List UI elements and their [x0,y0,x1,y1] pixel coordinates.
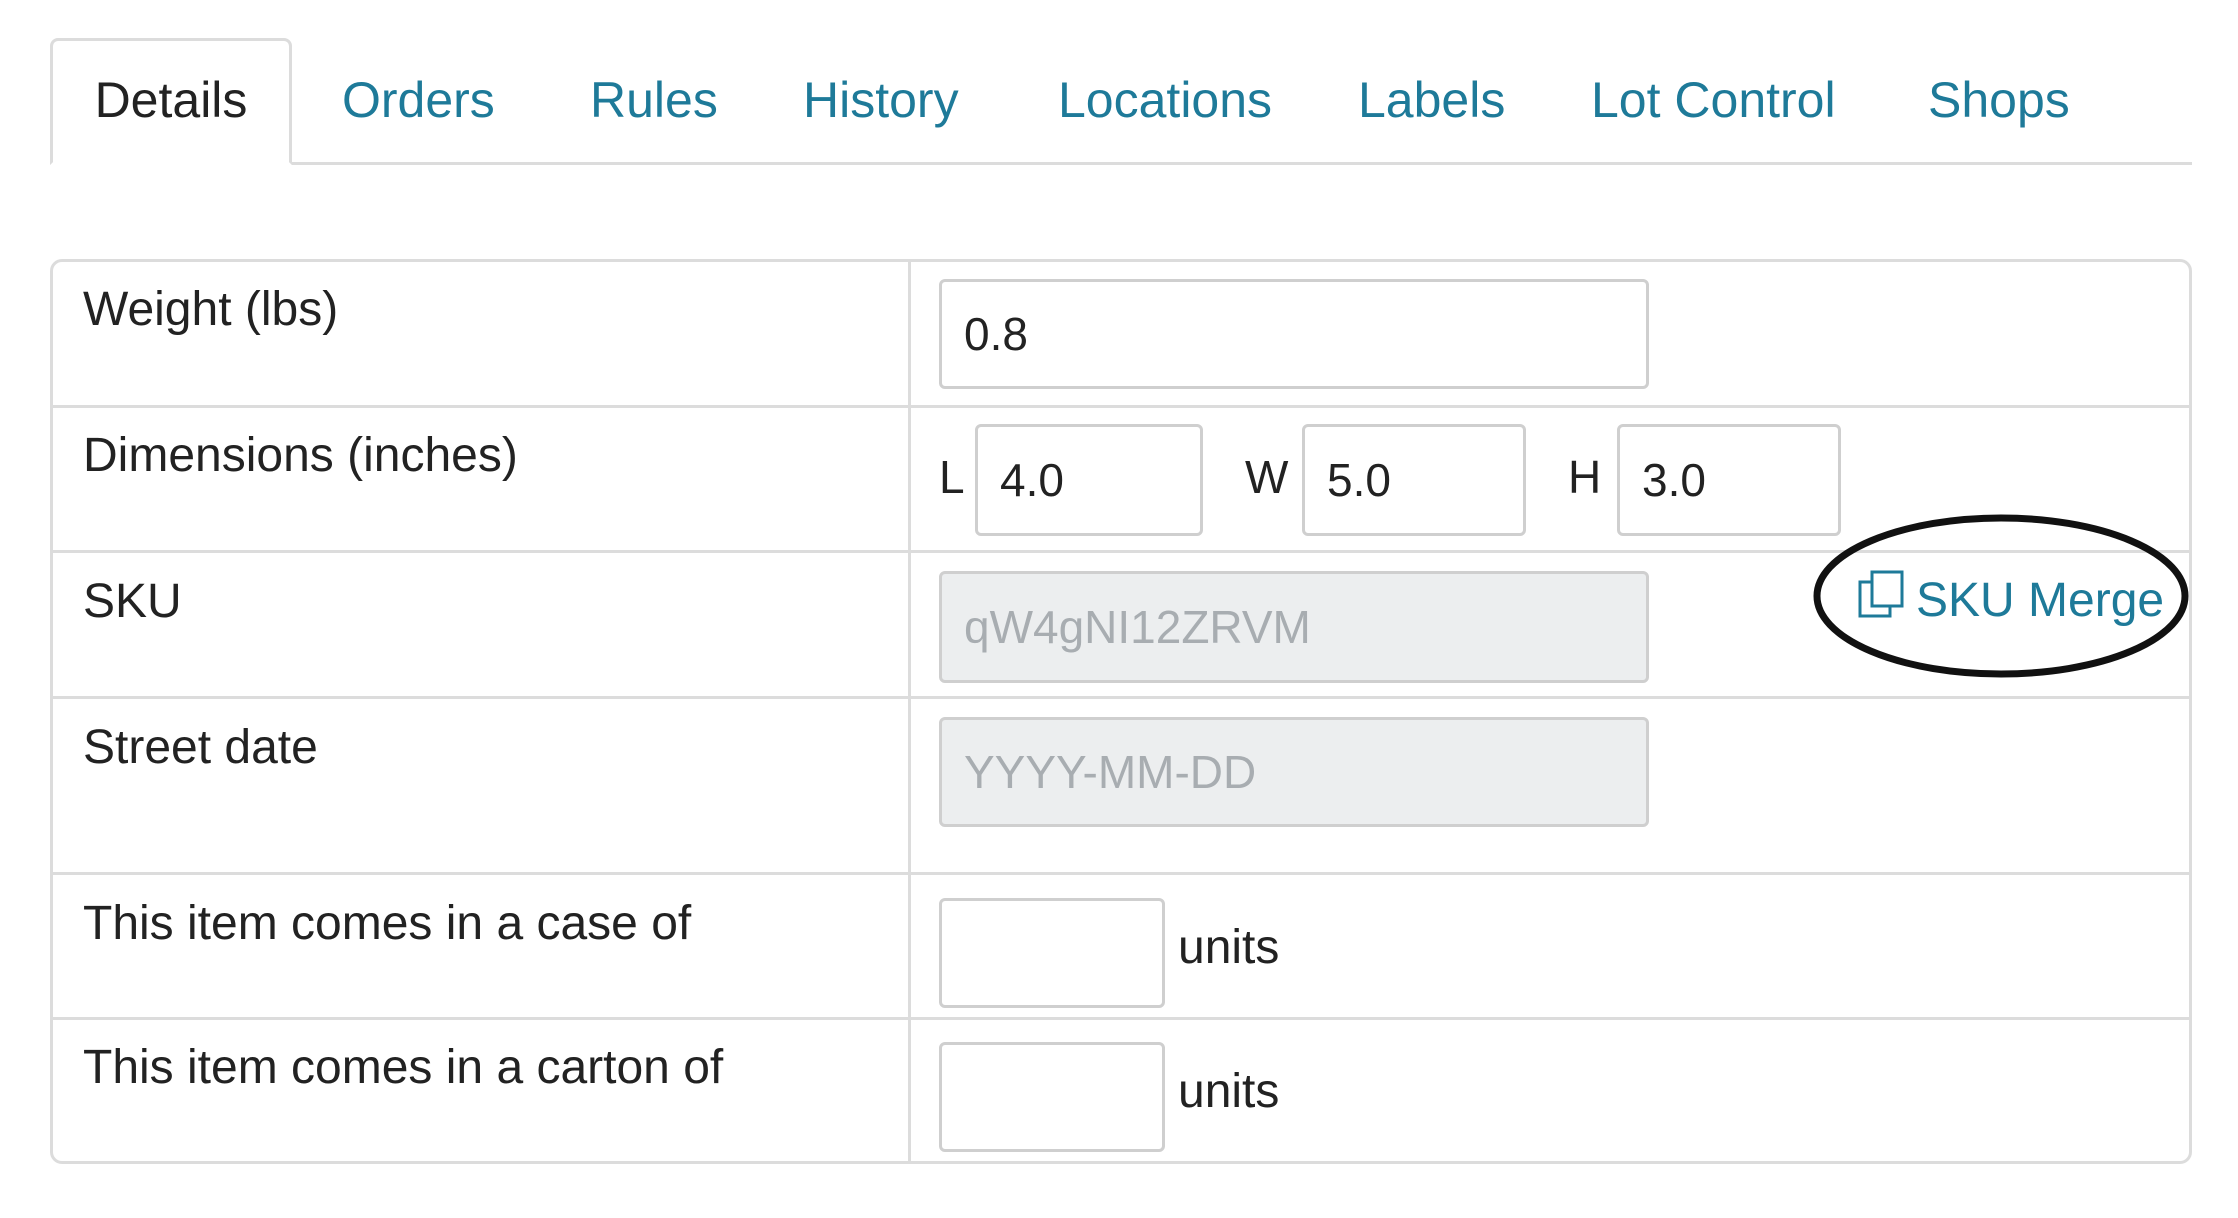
tab-labels[interactable]: Labels [1358,38,1505,162]
street-date-input: YYYY-MM-DD [939,717,1649,827]
item-details-page: Details Orders Rules History Locations L… [0,0,2238,1218]
tab-lot-control[interactable]: Lot Control [1591,38,1836,162]
weight-label: Weight (lbs) [83,283,339,336]
tab-details[interactable]: Details [50,38,292,165]
case-units-text: units [1178,921,1280,974]
row-divider [53,696,2189,699]
row-divider [53,1017,2189,1020]
carton-units-input[interactable] [939,1042,1165,1152]
width-label: W [1245,451,1289,503]
tab-rules[interactable]: Rules [590,38,718,162]
sku-merge-label: SKU Merge [1916,573,2165,627]
width-input[interactable]: 5.0 [1302,424,1526,536]
case-units-input[interactable] [939,898,1165,1008]
tab-history[interactable]: History [803,38,959,162]
carton-units-text: units [1178,1065,1280,1118]
case-label: This item comes in a case of [83,897,692,950]
sku-label: SKU [83,575,182,628]
length-label: L [939,451,965,503]
length-value: 4.0 [1000,454,1064,506]
tab-orders[interactable]: Orders [342,38,495,162]
column-divider [908,262,911,1161]
length-input[interactable]: 4.0 [975,424,1203,536]
sku-merge-link[interactable]: SKU Merge [1856,565,2164,635]
sku-value: qW4gNI12ZRVM [964,601,1311,653]
row-divider [53,872,2189,875]
dimensions-label: Dimensions (inches) [83,429,518,482]
details-table: Weight (lbs) 0.8 Dimensions (inches) L 4… [50,259,2192,1164]
height-label: H [1568,451,1602,503]
tab-bar: Details Orders Rules History Locations L… [50,38,2192,165]
height-input[interactable]: 3.0 [1617,424,1841,536]
weight-input[interactable]: 0.8 [939,279,1649,389]
carton-label: This item comes in a carton of [83,1041,724,1094]
sku-input: qW4gNI12ZRVM [939,571,1649,683]
tab-locations[interactable]: Locations [1058,38,1272,162]
tab-shops[interactable]: Shops [1928,38,2070,162]
width-value: 5.0 [1327,454,1391,506]
street-date-placeholder: YYYY-MM-DD [964,746,1257,798]
copy-icon [1856,568,1908,632]
row-divider [53,405,2189,408]
row-divider [53,550,2189,553]
street-date-label: Street date [83,721,318,774]
height-value: 3.0 [1642,454,1706,506]
weight-value: 0.8 [964,308,1028,360]
